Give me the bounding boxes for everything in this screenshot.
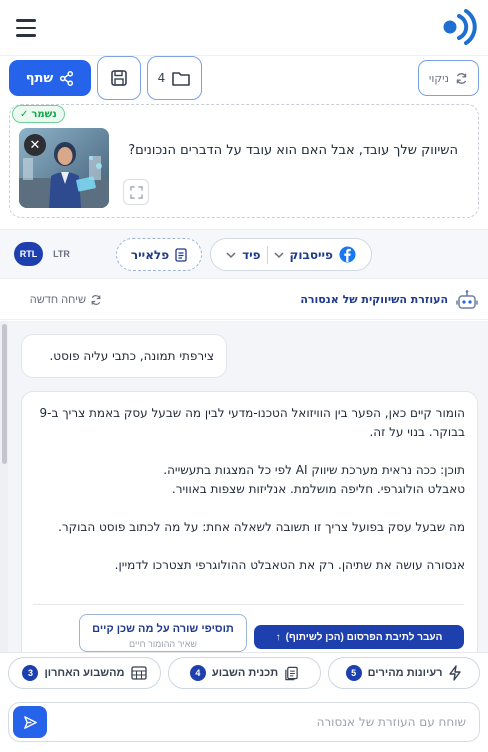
last-week-button[interactable]: מהשבוע האחרון 3: [8, 657, 161, 689]
flyer-mode-button[interactable]: פלאייר: [116, 238, 202, 271]
user-message: צירפתי תמונה, כתבי עליה פוסט.: [21, 334, 227, 378]
transfer-to-publish-box-button[interactable]: העבר לתיבת הפרסום (הכן לשיתוף) ↑: [254, 625, 464, 649]
lightning-icon: [449, 665, 462, 681]
rtl-direction-button[interactable]: RTL: [14, 242, 43, 266]
divider: [33, 604, 464, 605]
last-week-label: מהשבוע האחרון: [44, 667, 125, 679]
document-icon: [175, 247, 187, 262]
add-line-sublabel: שאיר ההומור חיים: [129, 639, 197, 649]
saved-status-badge: ✓ נשמר: [12, 105, 65, 123]
send-button[interactable]: [13, 706, 47, 738]
flyer-label: פלאייר: [130, 247, 170, 262]
add-line-suggestion-button[interactable]: תוסיפי שורה על מה שכן קיים שאיר ההומור ח…: [79, 614, 247, 652]
hamburger-menu-button[interactable]: [16, 14, 46, 42]
save-button[interactable]: [97, 56, 141, 100]
hamburger-icon-line: [16, 26, 36, 30]
facebook-icon: [339, 246, 356, 263]
chevron-down-icon: [226, 251, 236, 258]
remove-image-button[interactable]: ✕: [24, 134, 46, 156]
clean-button[interactable]: ניקוי: [418, 60, 479, 96]
weekly-plan-button[interactable]: תכנית השבוע 4: [168, 657, 321, 689]
assistant-message-paragraph: אנסורה עושה את שתיהן. רק את הטאבלט ההולו…: [114, 558, 465, 572]
assistant-message-paragraph: תוכן: ככה נראית מערכת שיווק AI לפי כל המ…: [163, 463, 465, 496]
arrow-up-icon: ↑: [275, 631, 281, 643]
sound-wave-logo-icon: [443, 9, 477, 45]
send-icon: [23, 715, 37, 729]
post-text[interactable]: השיווק שלך עובד, אבל האם הוא עובד על הדב…: [128, 140, 458, 162]
new-chat-label: שיחה חדשה: [29, 294, 86, 306]
transfer-label: העבר לתיבת הפרסום (הכן לשיתוף): [285, 631, 443, 643]
count-badge: 3: [22, 665, 39, 681]
refresh-icon: [91, 295, 101, 305]
assistant-message-paragraph: מה שבעל עסק בפועל צריך זו תשובה לשאלה אח…: [58, 520, 465, 534]
expand-image-button[interactable]: [123, 179, 149, 205]
checkmark-icon: ✓: [20, 108, 29, 120]
chat-input[interactable]: [56, 708, 466, 736]
weekly-plan-label: תכנית השבוע: [211, 667, 279, 679]
ltr-direction-button[interactable]: LTR: [47, 242, 76, 266]
share-icon: [60, 70, 74, 86]
divider: [266, 245, 268, 264]
top-bar: [0, 0, 488, 56]
hamburger-icon-line: [16, 34, 36, 37]
chevron-down-icon: [274, 251, 284, 258]
count-badge: 5: [345, 665, 362, 681]
quick-ideas-button[interactable]: רעיונות מהירים 5: [328, 657, 480, 689]
close-icon: ✕: [29, 137, 41, 152]
floppy-disk-icon: [111, 70, 127, 86]
share-label: שתף: [25, 70, 54, 86]
refresh-icon: [456, 72, 467, 84]
format-label: פיד: [242, 247, 261, 262]
saved-badge-label: נשמר: [31, 108, 57, 120]
saved-posts-folder-button[interactable]: 4: [147, 56, 202, 100]
assistant-message: הומור קיים כאן, הפער בין הוויזואל הטכנו-…: [21, 391, 478, 652]
count-badge: 4: [189, 665, 206, 681]
hamburger-icon-line: [16, 19, 36, 22]
chart-table-icon: [130, 666, 147, 680]
chat-scrollbar-thumb[interactable]: [2, 324, 7, 464]
platform-format-selector[interactable]: פיד פייסבוק: [210, 238, 372, 271]
robot-icon: [456, 290, 478, 309]
document-copy-icon: [285, 666, 298, 680]
new-chat-button[interactable]: שיחה חדשה: [18, 291, 102, 309]
share-button[interactable]: שתף: [9, 60, 91, 96]
quick-ideas-label: רעיונות מהירים: [367, 667, 443, 679]
clean-label: ניקוי: [428, 71, 450, 85]
assistant-title: העוזרת השיווקית של אנסורה: [300, 293, 448, 306]
expand-icon: [129, 185, 143, 199]
network-label: פייסבוק: [289, 247, 333, 262]
folder-icon: [172, 71, 191, 86]
add-line-label: תוסיפי שורה על מה שכן קיים: [92, 623, 234, 635]
folder-count: 4: [157, 71, 166, 85]
assistant-message-paragraph: הומור קיים כאן, הפער בין הוויזואל הטכנו-…: [39, 406, 465, 439]
